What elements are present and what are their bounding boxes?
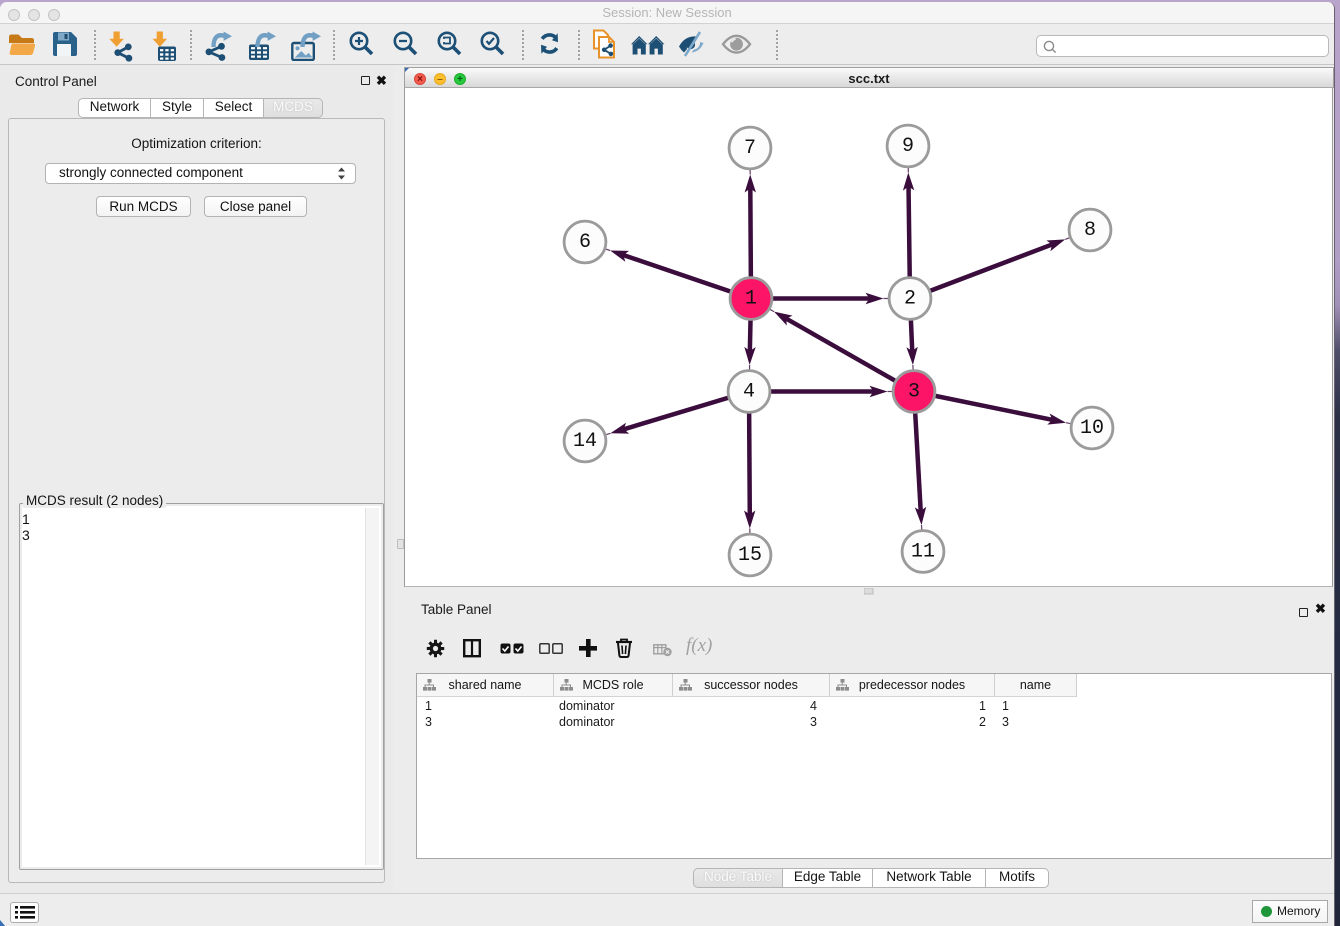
svg-text:7: 7: [744, 137, 756, 160]
svg-text:6: 6: [579, 231, 591, 254]
svg-text:8: 8: [1084, 219, 1096, 242]
svg-text:1: 1: [745, 288, 757, 311]
svg-text:11: 11: [911, 541, 935, 564]
svg-text:3: 3: [908, 381, 920, 404]
svg-text:14: 14: [573, 430, 597, 453]
svg-text:4: 4: [743, 381, 755, 404]
svg-text:10: 10: [1080, 417, 1104, 440]
svg-text:15: 15: [738, 544, 762, 567]
svg-text:9: 9: [902, 135, 914, 158]
svg-text:2: 2: [904, 288, 916, 311]
